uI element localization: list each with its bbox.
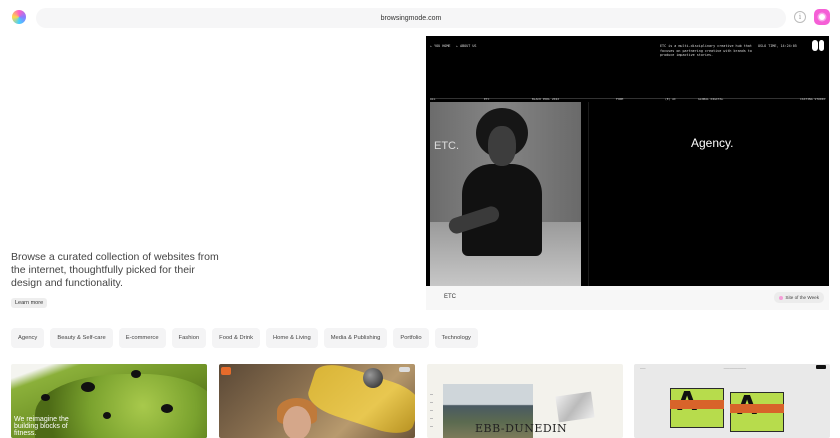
hero-timezone: OSLO TIME, 14:24:05 (758, 44, 797, 48)
hero-label: ETC (484, 97, 490, 101)
info-icon[interactable]: i (794, 11, 806, 23)
card-title: EBB-DUNEDIN (475, 422, 568, 435)
hero-dark-panel (588, 102, 829, 286)
hero-nav-home: ← YOU HOME (430, 44, 451, 48)
hero-description: ETC is a multi-disciplinary creative hub… (660, 44, 752, 57)
hero-agency-text: Agency. (691, 136, 734, 150)
address-bar[interactable]: browsingmode.com (36, 8, 786, 28)
hero-label: BLACK POOL 2022 (532, 97, 560, 101)
logo-icon[interactable] (12, 10, 26, 24)
intro-text: Browse a curated collection of websites … (11, 251, 219, 289)
hero-portrait-image: ETC. (430, 102, 581, 286)
category-chip-portfolio[interactable]: Portfolio (393, 328, 429, 348)
category-chip-technology[interactable]: Technology (434, 328, 478, 348)
hero-label: ALL (430, 97, 436, 101)
category-chip-ecommerce[interactable]: E-commerce (118, 328, 166, 348)
card-paper-image (555, 391, 595, 423)
badge-dot-icon (779, 295, 784, 300)
featured-site-preview[interactable]: ← YOU HOME ← ABOUT US ETC is a multi-dis… (426, 36, 829, 286)
learn-more-button[interactable]: Learn more (11, 298, 48, 308)
card-nav-button (816, 365, 826, 369)
hero-nav-about: ← ABOUT US (456, 44, 477, 48)
hero-header: ← YOU HOME ← ABOUT US ETC is a multi-dis… (430, 42, 825, 66)
browser-toolbar: browsingmode.com i (0, 0, 840, 36)
etc-logo-icon (812, 40, 824, 51)
category-chip-beauty[interactable]: Beauty & Self-care (50, 328, 113, 348)
featured-site-caption[interactable]: ETC Site of the Week (426, 286, 829, 310)
category-chip-agency[interactable]: Agency (11, 328, 45, 348)
site-card-ebb-dunedin[interactable]: EBB-DUNEDIN (427, 364, 623, 438)
url-text: browsingmode.com (380, 14, 442, 22)
hero-label: CASTING STUDIO (800, 97, 826, 101)
site-card-fitness[interactable]: We reimagine the building blocks of fitn… (11, 364, 207, 438)
site-of-the-week-badge: Site of the Week (774, 292, 824, 303)
badge-label: Site of the Week (785, 295, 819, 300)
pink-menu-icon[interactable] (814, 9, 830, 25)
category-chip-media[interactable]: Media & Publishing (323, 328, 388, 348)
site-card-bedroom[interactable] (219, 364, 415, 438)
site-card-books[interactable]: —————————— A A (634, 364, 830, 438)
category-filter-bar: Agency Beauty & Self-care E-commerce Fas… (11, 328, 478, 348)
category-chip-food[interactable]: Food & Drink (212, 328, 260, 348)
site-name: ETC (444, 294, 456, 300)
hero-label: FORM (616, 97, 624, 101)
category-chip-home[interactable]: Home & Living (266, 328, 318, 348)
hero-label: GLOBAL DIGITAL (698, 97, 724, 101)
hero-photo-text: ETC. (434, 140, 460, 152)
hero-label: (E) AI (665, 97, 676, 101)
card-thumbnail-icon (221, 367, 231, 375)
category-chip-fashion[interactable]: Fashion (171, 328, 207, 348)
card-headline: We reimagine the building blocks of fitn… (14, 416, 69, 437)
